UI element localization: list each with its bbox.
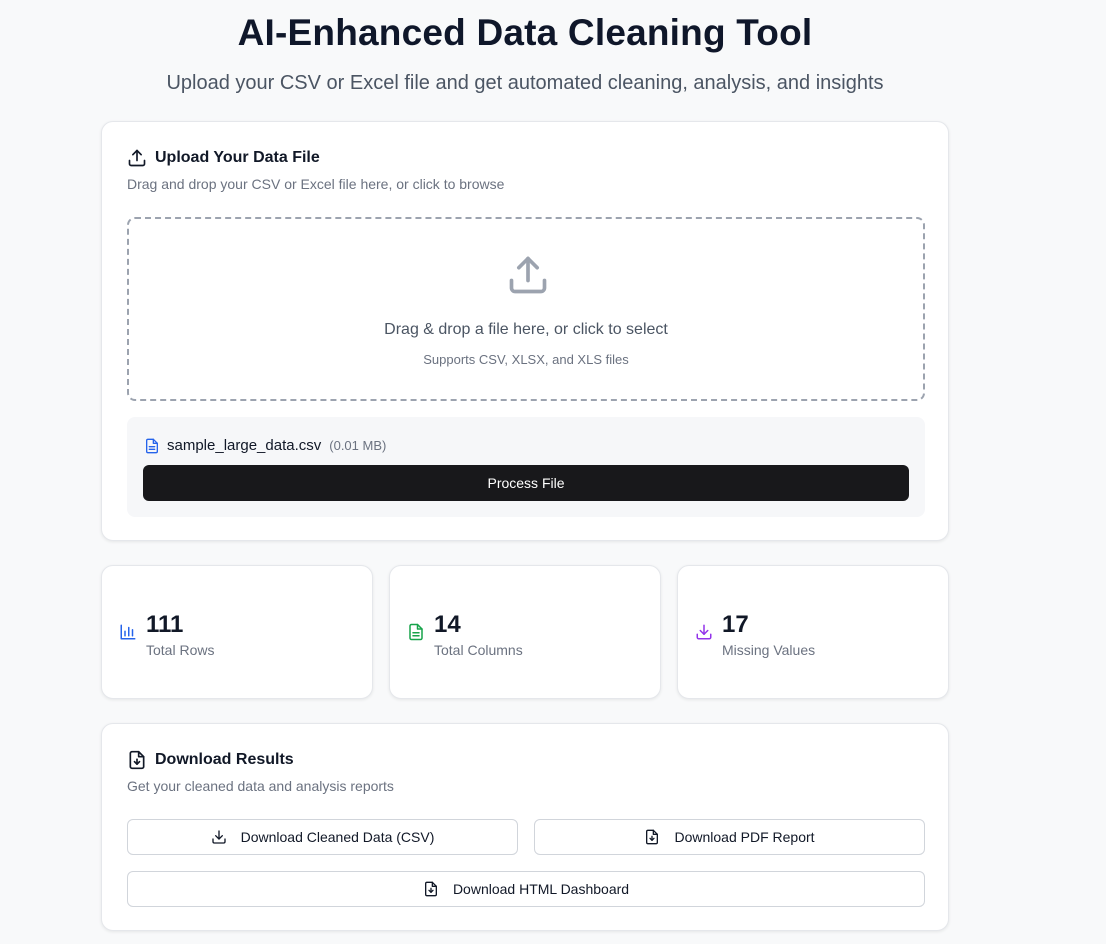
upload-icon [127, 148, 147, 168]
download-html-button[interactable]: Download HTML Dashboard [127, 871, 925, 907]
download-card: Download Results Get your cleaned data a… [101, 723, 949, 931]
upload-card-title: Upload Your Data File [155, 149, 320, 166]
page-subtitle: Upload your CSV or Excel file and get au… [166, 72, 884, 94]
upload-card-description: Drag and drop your CSV or Excel file her… [127, 176, 505, 192]
download-card-title: Download Results [155, 751, 294, 768]
download-pdf-button[interactable]: Download PDF Report [534, 819, 925, 855]
file-name: sample_large_data.csv [167, 437, 322, 454]
dropzone-upload-icon [506, 253, 550, 297]
download-csv-label: Download Cleaned Data (CSV) [240, 829, 435, 845]
selected-file-panel: sample_large_data.csv (0.01 MB) Process … [127, 417, 925, 517]
stat-label: Total Rows [146, 642, 215, 658]
download-csv-button[interactable]: Download Cleaned Data (CSV) [127, 819, 518, 855]
process-file-button[interactable]: Process File [143, 465, 909, 501]
download-card-description: Get your cleaned data and analysis repor… [127, 778, 394, 794]
upload-card: Upload Your Data File Drag and drop your… [101, 121, 949, 541]
stat-label: Missing Values [722, 642, 816, 658]
file-download-icon [644, 829, 660, 845]
file-size: (0.01 MB) [329, 438, 387, 453]
file-icon [144, 438, 160, 454]
file-download-icon [423, 881, 439, 897]
stat-value: 14 [434, 611, 461, 638]
download-card-header: Download Results [127, 750, 294, 770]
stat-card-total-rows: 111 Total Rows [101, 565, 373, 699]
download-pdf-label: Download PDF Report [674, 829, 815, 845]
bar-chart-icon [119, 623, 137, 641]
dropzone-instruction: Drag & drop a file here, or click to sel… [384, 321, 668, 338]
file-dropzone[interactable]: Drag & drop a file here, or click to sel… [127, 217, 925, 401]
stat-value: 111 [146, 611, 184, 638]
page: AI-Enhanced Data Cleaning Tool Upload yo… [0, 0, 1106, 944]
stat-label: Total Columns [434, 642, 523, 658]
download-html-label: Download HTML Dashboard [452, 881, 630, 897]
dropzone-supported-formats: Supports CSV, XLSX, and XLS files [423, 352, 629, 367]
stat-card-missing-values: 17 Missing Values [677, 565, 949, 699]
download-tray-icon [695, 623, 713, 641]
download-icon [211, 829, 227, 845]
stat-value: 17 [722, 611, 749, 638]
stat-card-total-columns: 14 Total Columns [389, 565, 661, 699]
upload-card-header: Upload Your Data File [127, 148, 320, 168]
file-text-icon [407, 623, 425, 641]
page-title: AI-Enhanced Data Cleaning Tool [237, 12, 813, 53]
file-download-icon [127, 750, 147, 770]
selected-file-info: sample_large_data.csv (0.01 MB) [144, 437, 386, 454]
